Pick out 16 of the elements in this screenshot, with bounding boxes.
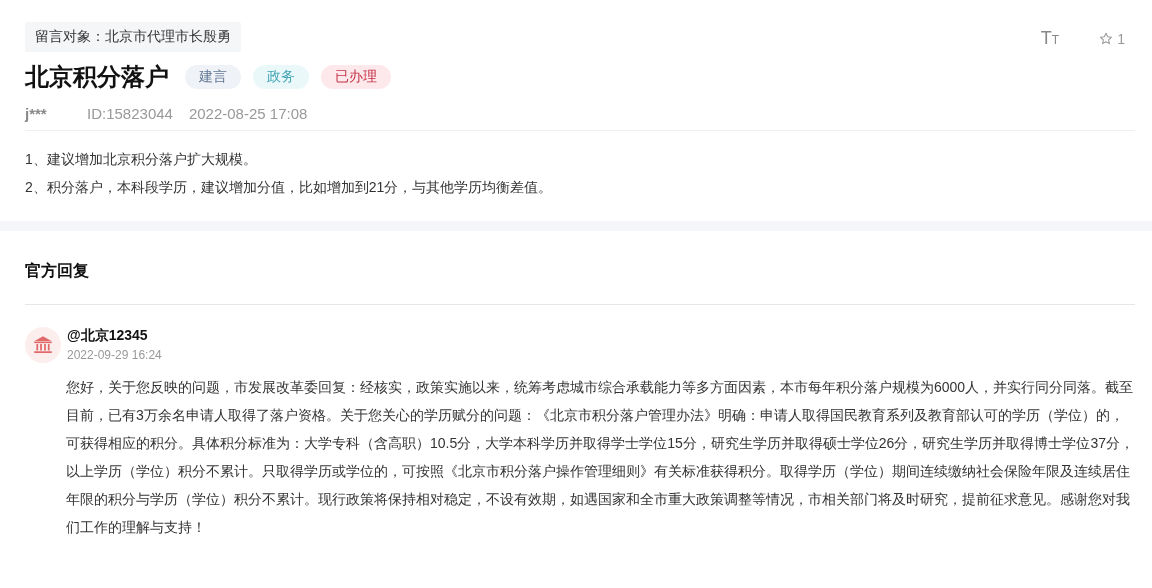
- message-paragraph: 2、积分落户，本科段学历，建议增加分值，比如增加到21分，与其他学历均衡差值。: [25, 178, 554, 197]
- message-title: 北京积分落户: [25, 62, 169, 92]
- message-paragraph: 1、建议增加北京积分落户扩大规模。: [25, 150, 258, 169]
- author-name: j***: [25, 105, 48, 122]
- favorite-button[interactable]: 1: [1099, 30, 1135, 47]
- category-tag: 政务: [253, 65, 309, 89]
- font-size-button[interactable]: TT: [1040, 28, 1060, 49]
- section-heading: 官方回复: [25, 231, 1135, 305]
- category-tag: 已办理: [321, 65, 391, 89]
- recipient-label: 留言对象：北京市代理市长殷勇: [25, 22, 241, 52]
- reply-time: 2022-09-29 16:24: [67, 348, 162, 362]
- category-tag: 建言: [185, 65, 241, 89]
- post-time: 2022-08-25 17:08: [188, 105, 308, 122]
- reply-author: @北京12345: [67, 327, 149, 345]
- message-id: ID:15823044: [87, 105, 173, 122]
- reply-text: 您好，关于您反映的问题，市发展改革委回复：经核实，政策实施以来，统筹考虑城市综合承载能力等多方面因素，本市每年积分落户规模为6000人，并实行同分同落。截至目前，已有3万余名申请人取得了落户资格。关于您关心的学历赋分的问题：《北京市积分落户管理办法》明确：申请人取得国民教育系列及教育部认可的学历（学位）的，可获得相应的积分。具体积分标准为：大学专科（含高职）10.5分，大学本科学历并取得学士学位15分，研究生学历并取得硕士学位26分，研究生学历并取得博士学位37分，以上学历（学位）积分不累计。只取得学历或学位的，可按照《北京市积分落户操作管理细则》有关标准获得积分。取得学历（学位）期间连续缴纳社会保险年限及连续居住年限的积分与学历（学位）积分不累计。现行政策将保持相对稳定，不设有效期，如遇国家和全市重大政策调整等情况，市相关部门将及时研究，提前征求意见。感谢您对我们工作的理解与支持！: [66, 378, 1135, 537]
